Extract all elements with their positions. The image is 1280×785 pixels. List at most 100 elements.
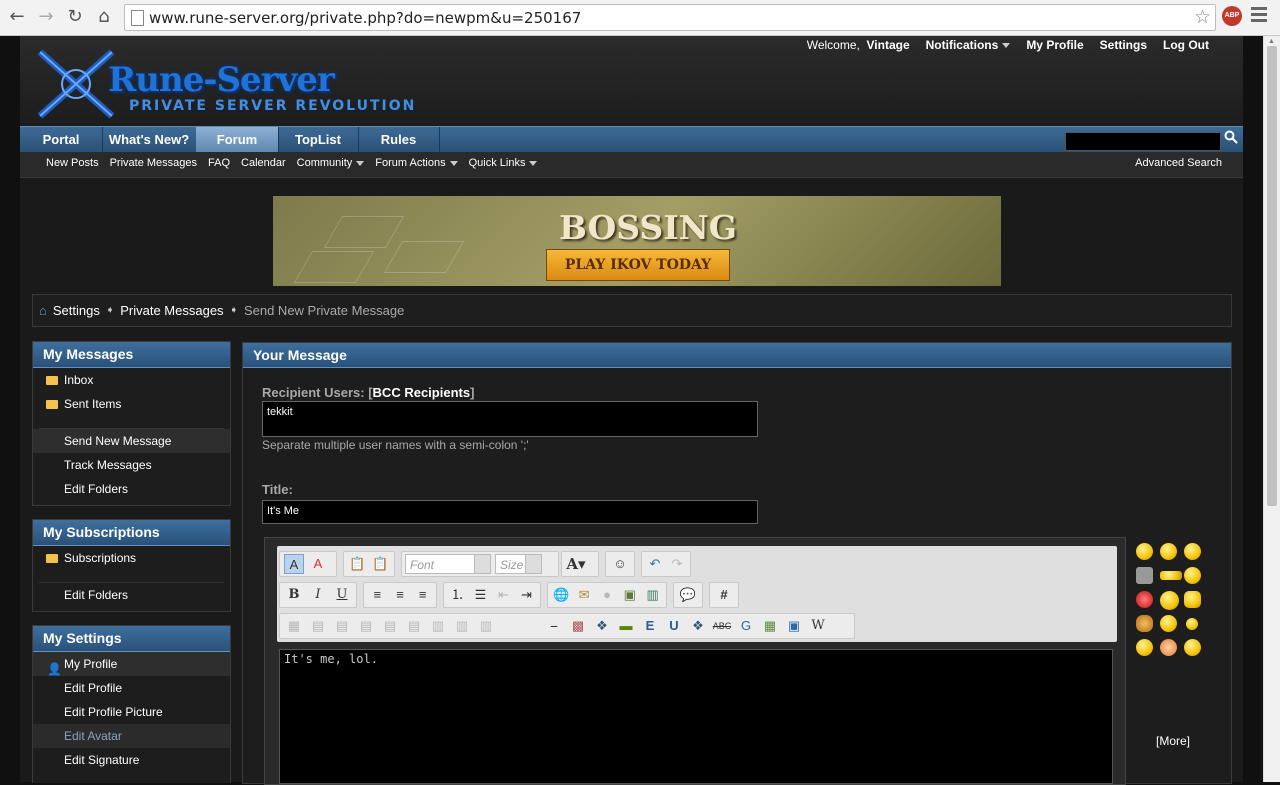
insert-column-left-icon[interactable]: ▥: [428, 616, 448, 636]
sidebar-item-my-profile[interactable]: 👤 My Profile: [33, 652, 230, 676]
table-row-icon[interactable]: ▤: [308, 616, 328, 636]
wysiwyg-mode-icon[interactable]: A: [284, 554, 304, 574]
italic-icon[interactable]: I: [308, 585, 328, 605]
spoiler-icon[interactable]: ▩: [568, 616, 588, 636]
private-messages-link[interactable]: Private Messages: [110, 157, 197, 169]
remove-link-icon[interactable]: ●: [598, 585, 617, 605]
site-logo[interactable]: Rune-Server PRIVATE SERVER REVOLUTION: [28, 40, 414, 131]
sidebar-item-edit-avatar[interactable]: Edit Avatar: [33, 724, 230, 748]
advanced-search-link[interactable]: Advanced Search: [1135, 157, 1222, 169]
delete-column-icon[interactable]: ▥: [476, 616, 496, 636]
align-left-icon[interactable]: ≡: [368, 585, 387, 605]
delete-row-icon[interactable]: ▤: [404, 616, 424, 636]
picture-grid-icon[interactable]: ▦: [760, 616, 780, 636]
smiley-grin-icon[interactable]: [1184, 567, 1201, 584]
smiley-wink-icon[interactable]: [1184, 543, 1201, 560]
unordered-list-icon[interactable]: ☰: [471, 585, 490, 605]
insert-column-right-icon[interactable]: ▥: [452, 616, 472, 636]
smiley-confused-icon[interactable]: [1136, 543, 1153, 560]
logout-link[interactable]: Log Out: [1163, 38, 1209, 52]
insert-row-above-icon[interactable]: ▤: [356, 616, 376, 636]
my-profile-link[interactable]: My Profile: [1026, 38, 1083, 52]
outdent-icon[interactable]: ⇤: [494, 585, 513, 605]
smiley-laugh-icon[interactable]: [1160, 591, 1179, 610]
forward-icon[interactable]: →: [34, 5, 58, 29]
font-select[interactable]: Font: [405, 554, 491, 574]
insert-video-icon[interactable]: ▥: [643, 585, 662, 605]
sidebar-item-sent[interactable]: Sent Items: [33, 392, 230, 416]
new-posts-link[interactable]: New Posts: [46, 157, 99, 169]
align-center-icon[interactable]: ≡: [391, 585, 410, 605]
address-text[interactable]: www.rune-server.org/private.php?do=newpm…: [149, 9, 581, 27]
insert-image-icon[interactable]: ▣: [620, 585, 639, 605]
highlight-icon[interactable]: ▬: [616, 616, 636, 636]
title-field[interactable]: It's Me: [262, 500, 758, 524]
undo-icon[interactable]: ↶: [646, 554, 664, 574]
faq-link[interactable]: FAQ: [208, 157, 230, 169]
size-select[interactable]: Size: [495, 554, 542, 574]
notifications-menu[interactable]: Notifications: [926, 38, 1011, 52]
ad-banner[interactable]: BOSSING PLAY IKOV TODAY: [273, 196, 1001, 286]
code-icon[interactable]: ❖: [592, 616, 612, 636]
scrollbar-thumb[interactable]: [1267, 46, 1277, 506]
address-bar[interactable]: www.rune-server.org/private.php?do=newpm…: [124, 4, 1216, 31]
smiley-angry-icon[interactable]: [1136, 591, 1153, 608]
breadcrumb-private-messages[interactable]: Private Messages: [120, 303, 223, 318]
smiley-smile-icon[interactable]: [1160, 615, 1177, 632]
sidebar-item-edit-profile-picture[interactable]: Edit Profile Picture: [33, 700, 230, 724]
smiley-shock-icon[interactable]: [1160, 639, 1177, 656]
quote-icon[interactable]: 💬: [678, 585, 698, 605]
smiley-robot-icon[interactable]: [1136, 567, 1153, 584]
email-tag-icon[interactable]: E: [640, 616, 660, 636]
paste-word-icon[interactable]: 📋: [371, 554, 390, 574]
username-link[interactable]: Vintage: [867, 38, 910, 52]
message-body-editor[interactable]: It's me, lol.: [279, 649, 1113, 784]
smiley-bone-icon[interactable]: [1160, 571, 1182, 580]
smiley-neutral-icon[interactable]: [1184, 639, 1201, 656]
reload-icon[interactable]: ↻: [63, 5, 87, 29]
insert-row-below-icon[interactable]: ▤: [380, 616, 400, 636]
smiley-small-icon[interactable]: [1186, 618, 1198, 630]
smiley-meh-icon[interactable]: [1160, 543, 1177, 560]
smiley-tongue-icon[interactable]: [1136, 639, 1153, 656]
indent-icon[interactable]: ⇥: [517, 585, 536, 605]
sidebar-item-inbox[interactable]: Inbox: [33, 368, 230, 392]
smiley-pikachu-icon[interactable]: [1184, 591, 1201, 608]
hash-tag-icon[interactable]: #: [714, 585, 734, 605]
search-input[interactable]: [1065, 132, 1221, 151]
table-icon[interactable]: ▦: [284, 616, 304, 636]
paste-text-icon[interactable]: 📋: [348, 554, 367, 574]
insert-email-icon[interactable]: ✉: [575, 585, 594, 605]
tab-forum[interactable]: Forum: [196, 127, 279, 153]
breadcrumb-settings[interactable]: Settings: [53, 303, 100, 318]
media-icon[interactable]: ▣: [784, 616, 804, 636]
forum-actions-menu[interactable]: Forum Actions: [375, 157, 458, 169]
home-icon[interactable]: ⌂: [92, 5, 116, 29]
text-color-icon[interactable]: A▾: [566, 554, 586, 574]
sidebar-item-subscriptions[interactable]: Subscriptions: [33, 546, 230, 570]
horizontal-rule-icon[interactable]: ⎯: [544, 616, 564, 636]
member-tag-icon[interactable]: ❖: [688, 616, 708, 636]
search-icon[interactable]: [1224, 130, 1238, 147]
page-scrollbar[interactable]: ▲: [1263, 36, 1280, 782]
insert-link-icon[interactable]: 🌐: [552, 585, 571, 605]
tab-whats-new[interactable]: What's New?: [102, 127, 197, 153]
sidebar-item-edit-folders[interactable]: Edit Folders: [33, 477, 230, 501]
bold-icon[interactable]: B: [284, 585, 304, 605]
sidebar-item-edit-folders[interactable]: Edit Folders: [33, 583, 230, 607]
tab-portal[interactable]: Portal: [20, 127, 103, 153]
table-delete-icon[interactable]: ▤: [332, 616, 352, 636]
google-search-icon[interactable]: G: [736, 616, 756, 636]
sidebar-item-edit-signature[interactable]: Edit Signature: [33, 748, 230, 772]
quick-links-menu[interactable]: Quick Links: [469, 157, 538, 169]
smiley-taco-icon[interactable]: [1136, 615, 1153, 632]
sidebar-item-track[interactable]: Track Messages: [33, 453, 230, 477]
recipients-field[interactable]: tekkit: [262, 401, 758, 437]
tab-toplist[interactable]: TopList: [278, 127, 359, 153]
insert-smiley-icon[interactable]: ☺: [610, 554, 630, 574]
browser-menu-icon[interactable]: [1251, 7, 1267, 25]
banner-play-button[interactable]: PLAY IKOV TODAY: [546, 249, 730, 281]
align-right-icon[interactable]: ≡: [413, 585, 432, 605]
calendar-link[interactable]: Calendar: [241, 157, 286, 169]
bcc-recipients-link[interactable]: BCC Recipients: [373, 385, 471, 400]
